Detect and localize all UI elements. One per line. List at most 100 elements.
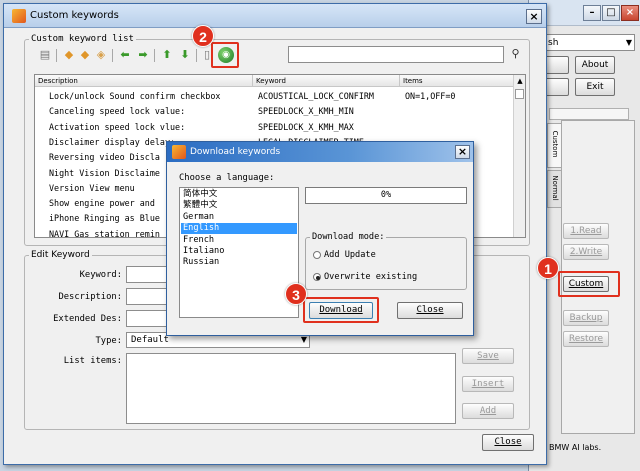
main-close-button[interactable]: × — [621, 5, 639, 21]
language-select[interactable]: sh ▼ — [543, 34, 635, 51]
scroll-thumb[interactable] — [515, 89, 524, 99]
list-items-field[interactable] — [126, 353, 456, 424]
cell-items: ON=1,OFF=0 — [405, 91, 456, 101]
download-keywords-dialog: Download keywords × Choose a language: 简… — [166, 141, 474, 336]
read-button[interactable]: 1.Read — [563, 223, 609, 239]
highlight-download-icon — [211, 42, 239, 68]
insert-button[interactable]: Insert — [462, 376, 514, 392]
table-row[interactable]: Canceling speed lock value: SPEEDLOCK_X_K… — [35, 105, 513, 118]
save-button-label: Save — [477, 351, 499, 361]
highlight-custom-button — [558, 271, 620, 297]
status-text: BMW AI labs. — [549, 443, 602, 452]
description-label: Description: — [58, 292, 122, 302]
table-row[interactable]: Activation speed lock vlue: SPEEDLOCK_X_K… — [35, 121, 513, 134]
choose-language-label: Choose a language: — [179, 173, 275, 183]
cell-keyword: ACOUSTICAL_LOCK_CONFIRM — [258, 91, 374, 101]
type-label: Type: — [95, 336, 122, 346]
dl-dialog-title: Download keywords — [190, 147, 281, 157]
download-mode-label: Download mode: — [312, 232, 385, 242]
add-button[interactable]: Add — [462, 403, 514, 419]
radio-overwrite-existing[interactable] — [313, 273, 321, 281]
kw-close-button-label: Close — [494, 437, 522, 447]
toolbar: ▤ ◆ ◆ ◈ ⬅ ➡ ⬆ ⬇ ▯ ◉ — [38, 47, 278, 64]
save-button[interactable]: Save — [462, 348, 514, 364]
kw-close-button[interactable]: Close — [482, 434, 534, 451]
language-select-value: sh — [548, 38, 559, 48]
column-header-description[interactable]: Description — [35, 75, 253, 87]
binoculars-search-icon[interactable]: ⚲ — [507, 46, 524, 63]
dl-close-button[interactable]: Close — [397, 302, 463, 319]
app-logo-icon — [12, 9, 26, 23]
backup-button-label: Backup — [569, 313, 603, 323]
column-header-items[interactable]: Items — [400, 75, 515, 87]
language-item[interactable]: Russian — [181, 257, 297, 268]
progress-bar: 0% — [305, 187, 467, 204]
callout-2: 2 — [192, 25, 214, 47]
new-folder-icon[interactable]: ◆ — [62, 48, 76, 62]
dl-titlebar: Download keywords × — [167, 142, 473, 162]
arrow-right-icon[interactable]: ➡ — [136, 48, 150, 62]
cell-description: Lock/unlock Sound confirm checkbox — [49, 91, 221, 101]
kw-window-title: Custom keywords — [30, 10, 119, 21]
exit-button[interactable]: Exit — [575, 78, 615, 96]
list-items-label: List items: — [63, 356, 122, 366]
progress-text: 0% — [380, 190, 392, 200]
add-update-label: Add Update — [324, 250, 376, 260]
write-button[interactable]: 2.Write — [563, 244, 609, 260]
disk-icon[interactable]: ▤ — [38, 48, 52, 62]
download-button[interactable]: Download — [309, 302, 373, 319]
toolbar-separator — [196, 49, 197, 62]
language-item[interactable]: 简体中文 — [181, 189, 297, 200]
overwrite-existing-label: Overwrite existing — [324, 272, 418, 282]
language-item[interactable]: 繁體中文 — [181, 200, 297, 211]
eraser-icon[interactable]: ◈ — [94, 48, 108, 62]
toolbar-separator — [56, 49, 57, 62]
table-scrollbar[interactable]: ▲ — [513, 75, 525, 237]
restore-button-label: Restore — [568, 334, 604, 344]
tab-normal-label: Normal — [551, 175, 559, 201]
arrow-left-icon[interactable]: ⬅ — [118, 48, 132, 62]
callout-3: 3 — [285, 283, 307, 305]
download-button-label: Download — [319, 305, 363, 315]
search-input[interactable] — [288, 46, 504, 63]
language-item[interactable]: Italiano — [181, 246, 297, 257]
language-item[interactable]: French — [181, 235, 297, 246]
dialog-logo-icon — [172, 145, 186, 159]
tab-normal[interactable]: Normal — [547, 170, 561, 208]
arrow-down-icon[interactable]: ⬇ — [178, 48, 192, 62]
read-button-label: 1.Read — [570, 226, 602, 236]
backup-button[interactable]: Backup — [563, 310, 609, 326]
edit-keyword-group-label: Edit Keyword — [31, 250, 90, 260]
insert-button-label: Insert — [471, 379, 505, 389]
add-button-label: Add — [479, 406, 497, 416]
dl-close-icon[interactable]: × — [455, 145, 470, 159]
tab-custom[interactable]: Custom — [547, 123, 561, 168]
kw-titlebar: Custom keywords × — [4, 4, 546, 28]
keyword-list-group-label: Custom keyword list — [31, 34, 134, 44]
column-header-keyword[interactable]: Keyword — [253, 75, 400, 87]
language-item[interactable]: English — [181, 223, 297, 235]
radio-add-update[interactable] — [313, 251, 321, 259]
copy-icon[interactable]: ◆ — [78, 48, 92, 62]
restore-button[interactable]: Restore — [563, 331, 609, 347]
language-list[interactable]: 简体中文 繁體中文 German English French Italiano Russi… — [179, 187, 299, 318]
language-item[interactable]: German — [181, 212, 297, 223]
arrow-up-icon[interactable]: ⬆ — [160, 48, 174, 62]
kw-close-icon[interactable]: × — [526, 9, 542, 24]
cell-keyword: SPEEDLOCK_X_KMH_MAX — [258, 121, 354, 132]
cell-description: Activation speed lock vlue: — [49, 121, 186, 132]
type-select-value: Default — [131, 335, 169, 345]
table-row[interactable]: Lock/unlock Sound confirm checkbox ACOUST… — [35, 90, 513, 103]
write-button-label: 2.Write — [569, 247, 603, 257]
tab-custom-label: Custom — [551, 130, 559, 158]
minimize-button[interactable]: – — [583, 5, 601, 21]
scroll-up-icon[interactable]: ▲ — [516, 77, 524, 85]
chevron-down-icon: ▼ — [625, 38, 632, 47]
maximize-button[interactable]: □ — [602, 5, 620, 21]
cell-keyword: SPEEDLOCK_X_KMH_MIN — [258, 106, 354, 117]
about-button[interactable]: About — [575, 56, 615, 74]
exit-button-label: Exit — [586, 82, 604, 92]
progress-strip — [549, 108, 629, 120]
toolbar-separator — [112, 49, 113, 62]
dl-close-button-label: Close — [416, 305, 444, 315]
